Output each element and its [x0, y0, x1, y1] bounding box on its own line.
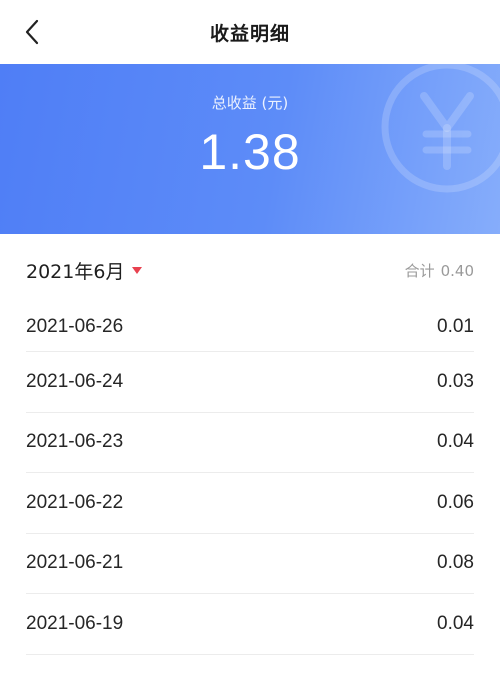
list-item: 2021-06-19 0.04 — [26, 594, 474, 655]
record-date: 2021-06-26 — [26, 316, 124, 337]
total-earnings-banner: 总收益 (元) 1.38 — [0, 64, 500, 234]
list-item: 2021-06-22 0.06 — [26, 473, 474, 534]
month-selector[interactable]: 2021年6月 — [26, 257, 143, 284]
total-earnings-value: 1.38 — [199, 124, 301, 180]
record-date: 2021-06-22 — [26, 491, 124, 513]
record-amount: 0.03 — [437, 370, 474, 392]
record-date: 2021-06-24 — [26, 370, 124, 392]
list-item: 2021-06-23 0.04 — [26, 413, 474, 473]
month-total-value: 0.40 — [440, 261, 474, 280]
record-date: 2021-06-23 — [26, 431, 124, 453]
earnings-list: 2021-06-26 0.01 2021-06-24 0.03 2021-06-… — [0, 306, 500, 655]
record-amount: 0.08 — [437, 552, 474, 574]
record-amount: 0.06 — [437, 491, 474, 513]
record-date: 2021-06-19 — [26, 612, 124, 634]
list-item: 2021-06-24 0.03 — [26, 352, 474, 413]
month-label: 2021年6月 — [26, 260, 125, 283]
record-amount: 0.01 — [437, 316, 474, 337]
nav-bar: 收益明细 — [0, 0, 500, 64]
month-total: 合计 0.40 — [399, 260, 474, 281]
caret-down-icon — [132, 267, 143, 274]
total-earnings-label: 总收益 (元) — [211, 94, 289, 112]
record-amount: 0.04 — [437, 612, 474, 634]
page-title: 收益明细 — [209, 22, 290, 45]
back-button[interactable] — [12, 12, 52, 52]
record-date: 2021-06-21 — [26, 552, 124, 574]
record-amount: 0.04 — [437, 431, 474, 453]
chevron-left-icon — [25, 19, 39, 45]
month-header: 2021年6月 合计 0.40 — [0, 234, 500, 306]
list-item: 2021-06-21 0.08 — [26, 534, 474, 594]
month-total-label: 合计 — [404, 261, 435, 280]
list-item: 2021-06-26 0.01 — [26, 306, 474, 352]
